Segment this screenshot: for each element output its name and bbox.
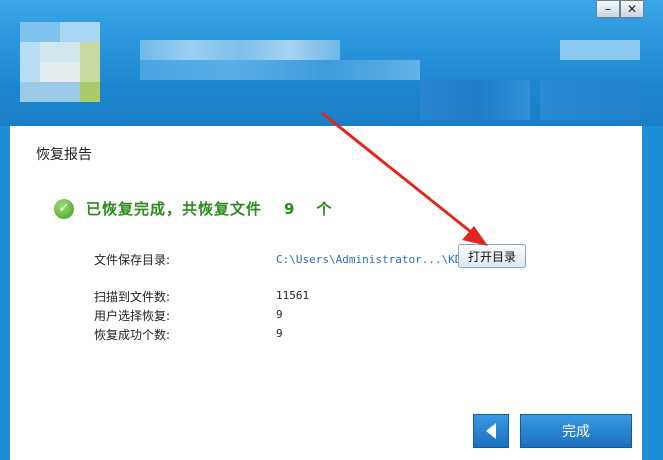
annotation-arrow xyxy=(321,111,488,246)
